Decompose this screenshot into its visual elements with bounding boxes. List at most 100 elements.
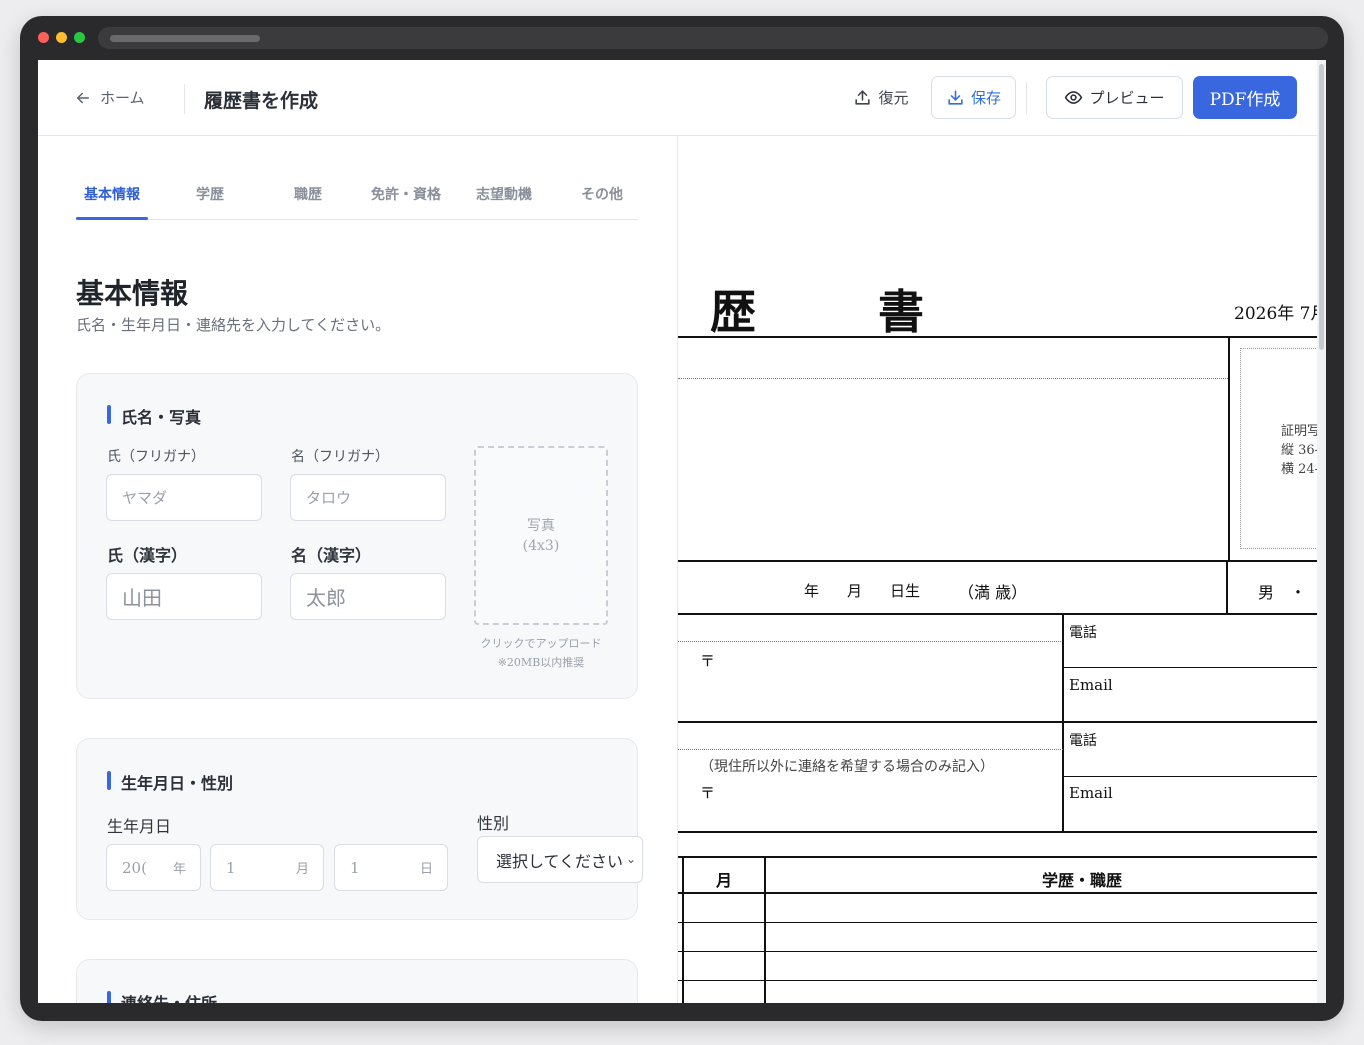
resume-dotted-rule [678,378,1228,379]
resume-birth-day: 日生 [890,582,921,600]
tab-education[interactable]: 学歴 [196,184,224,204]
home-back-link[interactable]: ホーム [74,87,145,108]
history-table-rule [678,892,1326,894]
tab-motivation[interactable]: 志望動機 [476,184,532,204]
postal-mark-2: 〒 [700,784,716,802]
card-title-birth: 生年月日・性別 [107,770,233,794]
birth-date-label: 生年月日 [107,817,172,836]
resume-gender: 男 ・ [1258,583,1307,602]
restore-button[interactable]: 復元 [846,76,916,119]
arrow-left-icon [77,92,89,103]
home-label: ホーム [100,89,145,107]
last-kanji-label: 氏（漢字） [107,546,188,565]
first-kanji-label: 名（漢字） [291,546,372,565]
email-label-2: Email [1069,784,1113,802]
name-photo-card: 氏名・写真 氏（フリガナ） ヤマダ 名（フリガナ） タロウ 氏（漢字） 山田 名… [76,373,638,699]
year-suffix: 年 [172,862,186,877]
card-title-contact: 連絡先・住所 [107,990,217,1003]
resume-rule [678,831,1326,833]
first-kana-label: 名（フリガナ） [291,449,389,465]
resume-rule [1064,776,1326,777]
resume-preview-pane: 歴 書 2026年 7月 証明写 縦 36-4 横 24-3 年 月 日生 （満… [678,136,1326,1003]
resume-rule [1064,667,1326,668]
download-icon [948,90,963,105]
photo-upload-box[interactable]: 写真 (4x3) [474,446,608,625]
preview-scrollbar[interactable] [1317,60,1326,1003]
save-label: 保存 [970,89,1001,107]
birth-month-placeholder: 1 [226,858,236,877]
postal-mark-1: 〒 [700,652,716,670]
email-label-1: Email [1069,676,1113,694]
resume-rule [1226,560,1228,614]
resume-title: 歴 書 [710,285,962,339]
resume-date: 2026年 7月 [1234,304,1326,324]
resume-birth-month: 月 [847,582,863,600]
create-pdf-button[interactable]: PDF作成 [1193,76,1297,119]
first-kanji-input[interactable]: 太郎 [290,573,446,620]
resume-rule [1228,336,1230,560]
last-kana-input[interactable]: ヤマダ [106,474,262,521]
minimize-window-dot[interactable] [56,32,67,43]
resume-rule [1062,613,1064,833]
birth-year-placeholder: 20( [122,858,147,877]
history-table-rule [678,980,1326,981]
page-title: 履歴書を作成 [204,90,319,112]
history-table-rule [678,951,1326,952]
resume-rule [678,721,1326,723]
phone-label-1: 電話 [1069,625,1097,641]
table-month-header: 月 [716,871,733,890]
upload-icon [855,90,871,105]
address-bar[interactable] [98,27,1328,49]
gender-label: 性別 [477,814,510,833]
photo-note-1: 証明写 [1281,424,1321,439]
photo-upload-hint: クリックでアップロード [480,637,602,650]
birth-month-input[interactable]: 1 月 [210,844,324,891]
last-kana-label: 氏（フリガナ） [107,449,205,465]
section-subtitle: 氏名・生年月日・連絡先を入力してください。 [76,316,391,334]
last-kanji-input[interactable]: 山田 [106,573,262,620]
preview-scroll-thumb[interactable] [1319,64,1324,350]
preview-button[interactable]: プレビュー [1046,76,1183,119]
close-window-dot[interactable] [38,32,49,43]
app-header: ホーム 履歴書を作成 復元 保存 プレビュー PDF作成 [38,60,1326,136]
chevron-down-icon: ⌄ [625,852,636,866]
preview-label: プレビュー [1089,89,1165,107]
resume-age: （満 歳） [958,583,1028,602]
form-pane: 基本情報 学歴 職歴 免許・資格 志望動機 その他 基本情報 氏名・生年月日・連… [38,136,678,1003]
contact-note: （現住所以外に連絡を希望する場合のみ記入） [700,759,994,775]
photo-ratio-label: (4x3) [522,537,560,554]
tab-licenses[interactable]: 免許・資格 [371,184,441,204]
history-table-rule [678,856,1326,858]
table-history-header: 学歴・職歴 [1042,871,1123,890]
tab-basic-info[interactable]: 基本情報 [84,184,140,204]
birth-gender-card: 生年月日・性別 生年月日 20( 年 1 月 1 日 性別 選択してください ⌄ [76,738,643,920]
birth-year-input[interactable]: 20( 年 [106,844,201,891]
gender-select[interactable]: 選択してください ⌄ [477,836,643,883]
resume-rule [678,613,1326,615]
card-title-name: 氏名・写真 [107,404,201,428]
resume-birth-year: 年 [804,582,820,600]
first-kana-input[interactable]: タロウ [290,474,446,521]
phone-label-2: 電話 [1069,733,1097,749]
resume-dotted-rule [678,749,1063,750]
history-table-rule [678,922,1326,923]
active-tab-indicator [76,217,148,220]
tab-other[interactable]: その他 [581,184,623,204]
eye-icon [1065,91,1083,104]
address-bar-placeholder [110,35,260,42]
day-suffix: 日 [419,862,433,877]
month-suffix: 月 [295,862,309,877]
maximize-window-dot[interactable] [74,32,85,43]
gender-selected-value: 選択してください [496,851,624,871]
app-viewport: ホーム 履歴書を作成 復元 保存 プレビュー PDF作成 基本情報 学歴 職歴 … [38,60,1326,1003]
browser-window: ホーム 履歴書を作成 復元 保存 プレビュー PDF作成 基本情報 学歴 職歴 … [20,16,1344,1021]
resume-rule [678,560,1326,562]
save-button[interactable]: 保存 [931,76,1016,119]
tab-work-history[interactable]: 職歴 [294,184,322,204]
window-titlebar [20,16,1344,60]
header-separator [1026,82,1027,114]
header-divider [184,84,185,114]
photo-label: 写真 [527,517,555,534]
resume-dotted-rule [678,641,1063,642]
birth-day-input[interactable]: 1 日 [334,844,448,891]
